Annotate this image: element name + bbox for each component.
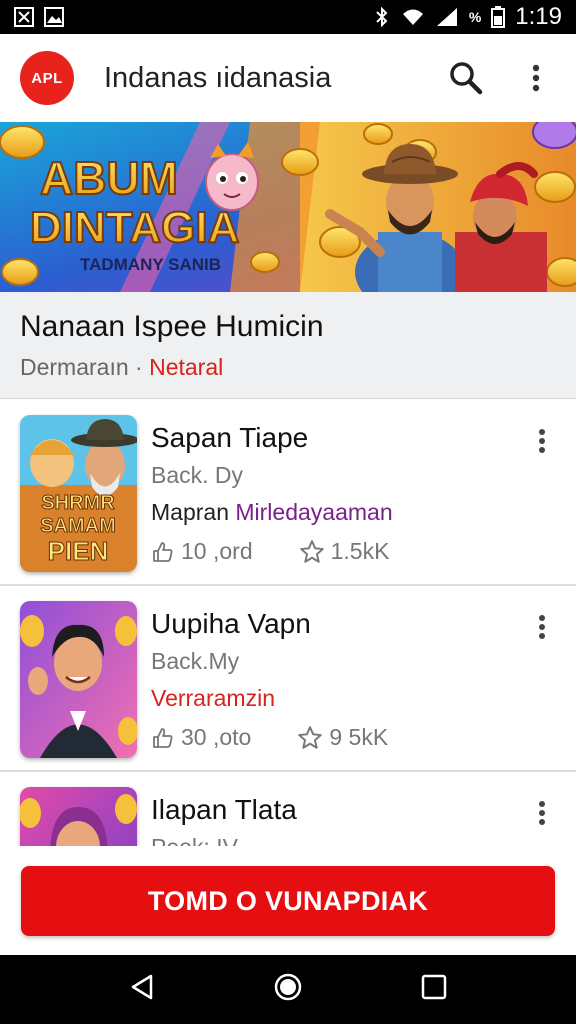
rating-stat[interactable]: 1.5kK bbox=[299, 538, 390, 565]
banner-headline-2: DINTAGIA bbox=[30, 203, 239, 252]
section-subtitle: Dermaraın · Netaral bbox=[20, 354, 556, 381]
rating-count: 9 5kK bbox=[329, 724, 389, 750]
item-menu-button[interactable] bbox=[530, 426, 554, 456]
item-subtitle: Peok: IV bbox=[151, 834, 516, 846]
thumbs-up-icon bbox=[153, 727, 173, 748]
thumbs-up-icon bbox=[153, 541, 173, 562]
item-thumbnail[interactable] bbox=[20, 787, 137, 846]
item-thumbnail[interactable] bbox=[20, 601, 137, 758]
battery-percent: % bbox=[468, 9, 482, 25]
more-vert-icon bbox=[539, 429, 545, 453]
item-title: Sapan Tiape bbox=[151, 422, 309, 453]
bluetooth-icon bbox=[376, 7, 388, 27]
item-subtitle: Back.My bbox=[151, 648, 240, 674]
item-menu-button[interactable] bbox=[530, 612, 554, 642]
like-stat[interactable]: 10 ,ord bbox=[151, 538, 253, 565]
search-button[interactable] bbox=[446, 58, 486, 98]
thumb-text-2: SAMAM bbox=[40, 515, 116, 537]
recents-button[interactable] bbox=[421, 974, 447, 1005]
item-tag: Mapran Mirledayaaman bbox=[151, 499, 516, 526]
banner-tagline: TADMANY SANIB bbox=[80, 255, 221, 274]
star-icon bbox=[298, 725, 323, 749]
recents-square-icon bbox=[421, 974, 447, 1000]
item-subtitle: Back. Dy bbox=[151, 462, 244, 488]
search-icon bbox=[450, 62, 483, 95]
item-tag: Verraramzin bbox=[151, 685, 516, 712]
star-icon bbox=[299, 539, 324, 563]
section-subtitle-tag[interactable]: Netaral bbox=[149, 354, 223, 380]
home-button[interactable] bbox=[273, 972, 303, 1007]
battery-icon bbox=[491, 6, 506, 28]
like-count: 10 ,ord bbox=[181, 538, 253, 564]
item-menu-button[interactable] bbox=[530, 798, 554, 828]
item-title: Ilapan Tlata bbox=[151, 794, 297, 825]
app-logo[interactable]: APL bbox=[20, 51, 74, 105]
item-tag-label[interactable]: Verraramzin bbox=[151, 685, 275, 711]
back-button[interactable] bbox=[129, 973, 155, 1006]
promo-banner[interactable]: ABUM DINTAGIA TADMANY SANIB bbox=[0, 122, 576, 292]
section-subtitle-prefix: Dermaraın · bbox=[20, 354, 143, 380]
back-triangle-icon bbox=[131, 974, 153, 1000]
section-header: Nanaan Ispee Humicin Dermaraın · Netaral bbox=[0, 292, 576, 399]
thumb-text-1: SHRMR bbox=[41, 492, 115, 514]
image-icon bbox=[44, 7, 64, 27]
like-stat[interactable]: 30 ,oto bbox=[151, 724, 251, 751]
app-title: Indanas ıidanasia bbox=[104, 61, 332, 94]
list-item[interactable]: Uupiha Vapn Back.My Verraramzin 30 ,oto … bbox=[0, 586, 576, 772]
bottom-action-area: TOMD O VUNAPDIAK bbox=[0, 846, 576, 955]
wifi-icon bbox=[402, 9, 423, 25]
clock: 1:19 bbox=[515, 3, 562, 30]
like-count: 30 ,oto bbox=[181, 724, 252, 750]
rating-stat[interactable]: 9 5kK bbox=[297, 724, 388, 751]
more-vert-icon bbox=[532, 64, 540, 92]
home-circle-icon bbox=[274, 973, 302, 1001]
status-bar: % 1:19 bbox=[0, 0, 576, 34]
content-list[interactable]: SHRMR SAMAM PIEN Sapan Tiape Back. Dy Ma… bbox=[0, 400, 576, 846]
signal-icon bbox=[436, 8, 457, 26]
more-vert-icon bbox=[539, 801, 545, 825]
app-bar: APL Indanas ıidanasia bbox=[0, 34, 576, 122]
thumb-text-3: PIEN bbox=[48, 536, 109, 566]
section-title: Nanaan Ispee Humicin bbox=[20, 310, 324, 343]
item-tag-prefix: Mapran bbox=[151, 499, 229, 525]
banner-headline-1: ABUM bbox=[40, 152, 178, 204]
item-title: Uupiha Vapn bbox=[151, 608, 311, 639]
list-item[interactable]: Ilapan Tlata Peok: IV bbox=[0, 772, 576, 846]
primary-action-button[interactable]: TOMD O VUNAPDIAK bbox=[21, 866, 555, 936]
system-nav-bar bbox=[0, 955, 576, 1024]
item-thumbnail[interactable]: SHRMR SAMAM PIEN bbox=[20, 415, 137, 572]
list-item[interactable]: SHRMR SAMAM PIEN Sapan Tiape Back. Dy Ma… bbox=[0, 400, 576, 586]
notification-icon bbox=[14, 7, 34, 27]
overflow-menu-button[interactable] bbox=[516, 58, 556, 98]
item-tag-label[interactable]: Mirledayaaman bbox=[235, 499, 392, 525]
more-vert-icon bbox=[539, 615, 545, 639]
rating-count: 1.5kK bbox=[330, 538, 390, 564]
